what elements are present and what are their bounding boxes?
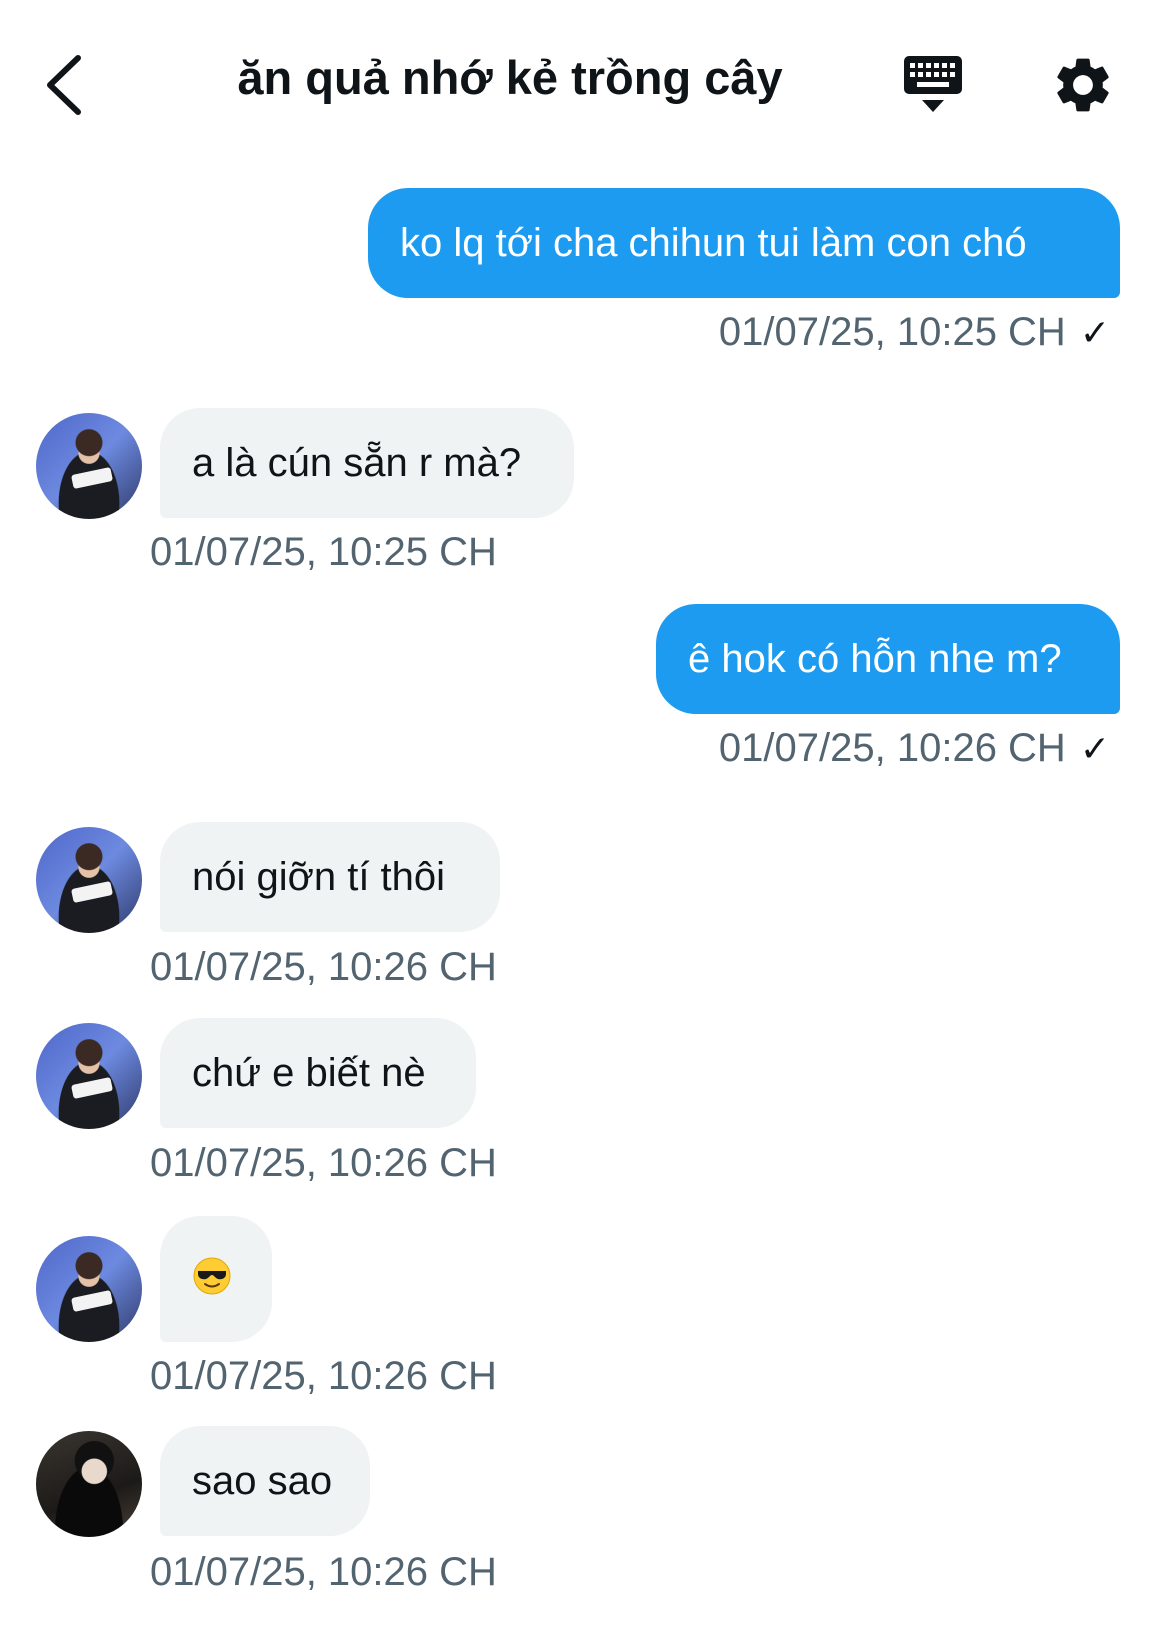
message-timestamp: 01/07/25, 10:26 CH bbox=[150, 1354, 497, 1398]
message-bubble-incoming[interactable]: chứ e biết nè bbox=[160, 1018, 476, 1128]
message-timestamp: 01/07/25, 10:25 CH bbox=[150, 530, 497, 574]
conversation-title: ăn quả nhớ kẻ trồng cây bbox=[237, 51, 783, 104]
avatar[interactable] bbox=[36, 827, 142, 933]
message-timestamp: 01/07/25, 10:26 CH bbox=[150, 1141, 497, 1185]
message-timestamp: 01/07/25, 10:26 CH ✓ bbox=[719, 726, 1110, 771]
keyboard-button[interactable] bbox=[900, 52, 972, 120]
message-text: nói giỡn tí thôi bbox=[192, 855, 446, 899]
conversation-header: ăn quả nhớ kẻ trồng cây bbox=[0, 0, 1170, 150]
settings-button[interactable] bbox=[1050, 52, 1116, 118]
message-timestamp: 01/07/25, 10:25 CH ✓ bbox=[719, 310, 1110, 355]
message-text: ê hok có hỗn nhe m? bbox=[688, 637, 1062, 681]
message-text: chứ e biết nè bbox=[192, 1051, 426, 1095]
timestamp-text: 01/07/25, 10:25 CH bbox=[718, 310, 1066, 354]
message-text: sao sao bbox=[192, 1459, 333, 1503]
sent-check-icon: ✓ bbox=[1079, 312, 1110, 353]
chevron-left-icon bbox=[47, 55, 81, 115]
message-bubble-outgoing[interactable]: ê hok có hỗn nhe m? bbox=[656, 604, 1120, 714]
sunglasses-face-icon bbox=[193, 1257, 231, 1295]
dm-conversation: ăn quả nhớ kẻ trồng cây ko lq tới cha ch… bbox=[0, 0, 1170, 1634]
sent-check-icon: ✓ bbox=[1079, 728, 1110, 769]
keyboard-icon bbox=[904, 56, 962, 112]
gear-icon bbox=[1057, 58, 1109, 112]
message-bubble-outgoing[interactable]: ko lq tới cha chihun tui làm con chó bbox=[368, 188, 1120, 298]
message-timestamp: 01/07/25, 10:26 CH bbox=[150, 1550, 497, 1594]
message-bubble-incoming[interactable] bbox=[160, 1216, 272, 1342]
message-bubble-incoming[interactable]: a là cún sẵn r mà? bbox=[160, 408, 574, 518]
back-button[interactable] bbox=[40, 50, 100, 120]
message-timestamp: 01/07/25, 10:26 CH bbox=[150, 945, 497, 989]
avatar[interactable] bbox=[36, 1023, 142, 1129]
avatar[interactable] bbox=[36, 413, 142, 519]
message-text: a là cún sẵn r mà? bbox=[192, 441, 522, 485]
message-bubble-incoming[interactable]: sao sao bbox=[160, 1426, 370, 1536]
message-text: ko lq tới cha chihun tui làm con chó bbox=[400, 221, 1027, 265]
avatar[interactable] bbox=[36, 1236, 142, 1342]
avatar[interactable] bbox=[36, 1431, 142, 1537]
timestamp-text: 01/07/25, 10:26 CH bbox=[718, 726, 1066, 770]
message-bubble-incoming[interactable]: nói giỡn tí thôi bbox=[160, 822, 500, 932]
